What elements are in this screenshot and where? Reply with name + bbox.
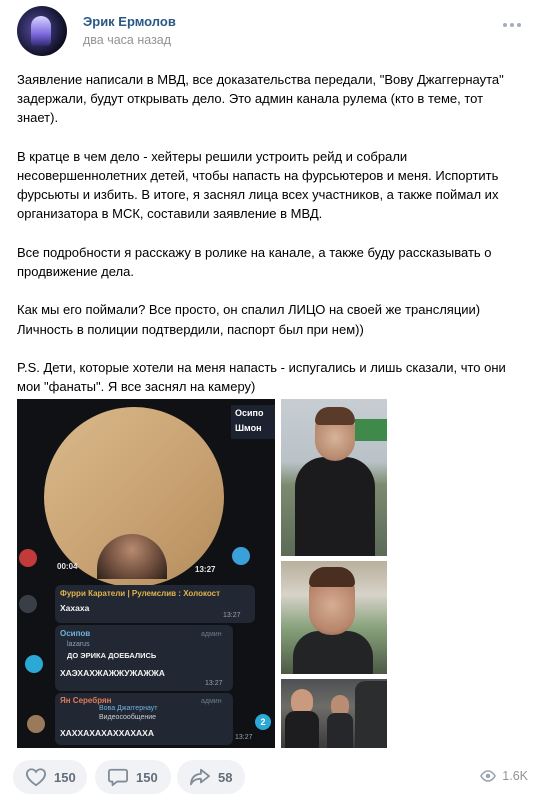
chat-message-body: Хахаха <box>60 603 90 613</box>
chat-message-author: Осипов <box>60 629 91 638</box>
chat-reply-text: Видеосообщение <box>99 714 157 721</box>
chat-side-label: Осипо Шмон <box>231 405 275 439</box>
post-actions: 150 150 58 1.6K <box>13 760 528 794</box>
post-paragraph: В кратце в чем дело - хейтеры решили уст… <box>17 148 499 222</box>
photo-person-1[interactable] <box>281 399 387 556</box>
chat-screenshot-photo[interactable]: Осипо Шмон 00:04 13:27 Фурри Каратели | … <box>17 399 275 748</box>
views-counter: 1.6K <box>480 769 528 783</box>
author-name[interactable]: Эрик Ермолов <box>83 14 176 29</box>
like-count: 150 <box>54 769 76 785</box>
chat-reply-name: Вова Джаггернаут <box>99 705 158 712</box>
chat-reply-text: ДО ЭРИКА ДОЕБАЛИСЬ <box>67 651 157 660</box>
chat-message-role: админ <box>201 698 222 705</box>
eye-icon <box>480 770 497 782</box>
chat-message-role: админ <box>201 631 222 638</box>
chat-message-time: 13:27 <box>235 734 253 741</box>
comment-count: 150 <box>136 769 158 785</box>
chat-message-author: Ян Серебрян <box>60 696 112 705</box>
chat-message-body: ХАЭХАХЖАЖЖУЖАЖЖА <box>60 668 165 678</box>
post-media-grid: Осипо Шмон 00:04 13:27 Фурри Каратели | … <box>17 399 387 748</box>
share-count: 58 <box>218 769 233 785</box>
side-label-1: Осипо <box>235 408 264 418</box>
more-options-icon[interactable] <box>503 23 521 29</box>
post-paragraph: Все подробности я расскажу в ролике на к… <box>17 244 492 279</box>
side-label-2: Шмон <box>235 423 262 433</box>
post-paragraph: Как мы его поймали? Все просто, он спали… <box>17 302 481 337</box>
chat-message-time: 13:27 <box>223 612 241 619</box>
views-count: 1.6K <box>502 769 528 783</box>
chat-avatar <box>19 549 37 567</box>
comment-icon <box>108 768 128 787</box>
share-icon <box>190 768 210 786</box>
chat-avatar <box>25 655 43 673</box>
chat-message-time: 13:27 <box>205 680 223 687</box>
like-button[interactable]: 150 <box>13 760 87 794</box>
video-duration: 00:04 <box>57 562 78 571</box>
chat-message-title: Фурри Каратели | Рулемслив : Холокост <box>60 589 221 598</box>
post-time[interactable]: два часа назад <box>83 33 171 47</box>
chat-message-3: Ян Серебрян админ Вова Джаггернаут Видео… <box>55 693 253 745</box>
post-paragraph: Заявление написали в МВД, все доказатель… <box>17 72 504 126</box>
video-time: 13:27 <box>195 565 216 574</box>
comment-button[interactable]: 150 <box>95 760 171 794</box>
share-button[interactable]: 58 <box>177 760 245 794</box>
unread-badge: 2 <box>255 714 271 730</box>
post-text: Заявление написали в МВД, все доказатель… <box>17 70 522 416</box>
chat-message-body: ХАХХАХАХАХХАХАХА <box>60 728 154 738</box>
post-header: Эрик Ермолов два часа назад <box>17 6 527 56</box>
chat-message-2: Осипов админ lazarus ДО ЭРИКА ДОЕБАЛИСЬ … <box>55 625 233 691</box>
heart-icon <box>25 768 47 787</box>
post-paragraph: P.S. Дети, которые хотели на меня напаст… <box>17 359 506 395</box>
video-indicator-dot <box>232 547 250 565</box>
photo-group[interactable] <box>281 679 387 748</box>
chat-avatar <box>19 595 37 613</box>
author-avatar[interactable] <box>17 6 67 56</box>
chat-reply-name: lazarus <box>67 641 90 648</box>
photo-person-2[interactable] <box>281 561 387 674</box>
chat-message-1: Фурри Каратели | Рулемслив : Холокост Ха… <box>55 585 255 623</box>
chat-avatar <box>27 715 45 733</box>
